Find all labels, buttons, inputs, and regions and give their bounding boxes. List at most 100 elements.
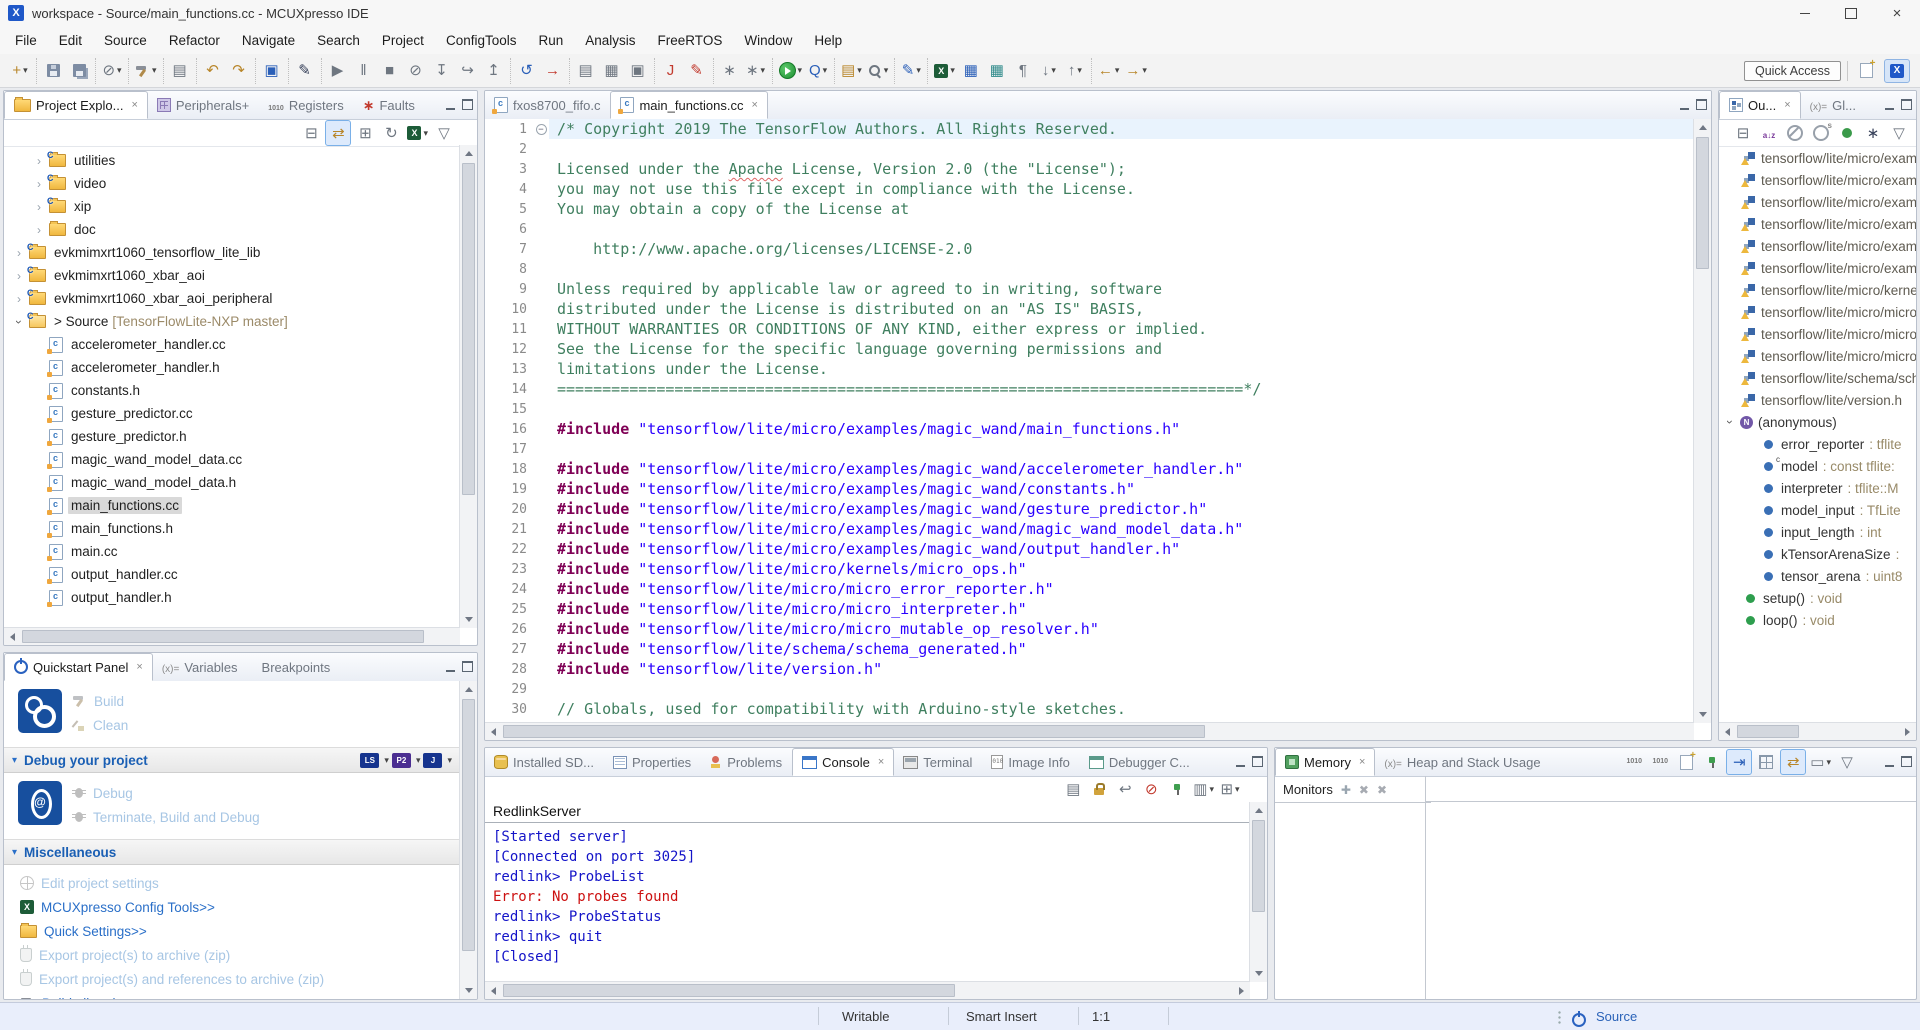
layout-button[interactable]: ▭▾: [1808, 750, 1833, 774]
outline-method-loop[interactable]: loop() : void: [1719, 609, 1916, 631]
tab-problems[interactable]: Problems: [701, 748, 792, 776]
back-dropdown-icon[interactable]: ▾: [1115, 65, 1120, 76]
close-tab-icon[interactable]: ×: [131, 99, 137, 111]
minimize-panel-button[interactable]: [1885, 98, 1894, 113]
tab-breakpoints[interactable]: Breakpoints: [248, 653, 341, 681]
freertos-task-view-button[interactable]: ∗: [718, 59, 742, 83]
maximize-panel-button[interactable]: [1901, 98, 1912, 113]
outline-include[interactable]: tensorflow/lite/micro/micro_error_report…: [1719, 301, 1916, 323]
show-whitespace-button[interactable]: ¶: [1011, 59, 1035, 83]
minimize-panel-button[interactable]: [1236, 755, 1245, 770]
maximize-panel-button[interactable]: [1901, 755, 1912, 770]
collapse-all-button[interactable]: ⊟: [1731, 121, 1755, 145]
new-memory-view-button[interactable]: [1674, 750, 1698, 774]
tab-memory[interactable]: Memory×: [1275, 748, 1375, 776]
tree-item-doc[interactable]: ›doc: [4, 218, 460, 241]
code-line-25[interactable]: 25#include "tensorflow/lite/micro/micro_…: [485, 599, 1694, 619]
code-editor[interactable]: 1−/* Copyright 2019 The TensorFlow Autho…: [485, 119, 1694, 723]
collapse-all-button[interactable]: ⊟: [299, 121, 323, 145]
tree-item-utilities[interactable]: ›utilities: [4, 149, 460, 172]
suspend-button[interactable]: ‖: [352, 59, 376, 83]
outline-include[interactable]: tensorflow/lite/micro/micro_mutable_op_r…: [1719, 345, 1916, 367]
back-button[interactable]: ←▾: [1096, 59, 1122, 83]
close-tab-icon[interactable]: ×: [1784, 99, 1790, 111]
tree-item-evkmimxrt1060-xbar-aoi-peripheral[interactable]: ›evkmimxrt1060_xbar_aoi_peripheral: [4, 287, 460, 310]
tab-faults[interactable]: Faults: [354, 91, 425, 119]
tree-item-main-functions-cc[interactable]: main_functions.cc: [4, 494, 460, 517]
outline-method-setup[interactable]: setup() : void: [1719, 587, 1916, 609]
code-line-18[interactable]: 18#include "tensorflow/lite/micro/exampl…: [485, 459, 1694, 479]
outline-include[interactable]: tensorflow/lite/micro/examples/magic_wan…: [1719, 191, 1916, 213]
menu-refactor[interactable]: Refactor: [158, 29, 231, 52]
next-annotation-dropdown-icon[interactable]: ▾: [1051, 65, 1056, 76]
code-line-19[interactable]: 19#include "tensorflow/lite/micro/exampl…: [485, 479, 1694, 499]
search-dropdown-icon[interactable]: ▾: [884, 65, 889, 76]
tree-item-magic-wand-model-data-cc[interactable]: magic_wand_model_data.cc: [4, 448, 460, 471]
run-dropdown-icon[interactable]: ▾: [798, 65, 803, 76]
qemu-button[interactable]: Q▾: [806, 59, 830, 83]
freertos-menu-dropdown-icon[interactable]: ▾: [761, 65, 766, 76]
tab-installed-sd[interactable]: Installed SD...: [485, 748, 604, 776]
console-vertical-scrollbar[interactable]: [1249, 802, 1267, 982]
probe-ls-dropdown-icon[interactable]: ▾: [384, 755, 389, 766]
quickstart-action-mcuxpresso-config-tools[interactable]: MCUXpresso Config Tools>>: [20, 895, 460, 919]
minimize-panel-button[interactable]: [1885, 755, 1894, 770]
outline-include[interactable]: tensorflow/lite/schema/schema_generated.…: [1719, 367, 1916, 389]
new-wizard-button[interactable]: +▾: [8, 59, 32, 83]
code-line-28[interactable]: 28#include "tensorflow/lite/version.h": [485, 659, 1694, 679]
toggle-split-pane-button[interactable]: [1754, 750, 1778, 774]
sdk-manager-dropdown-icon[interactable]: ▾: [857, 65, 862, 76]
refresh-button[interactable]: ↻: [379, 121, 403, 145]
tab-variables[interactable]: Variables: [153, 653, 248, 681]
code-line-14[interactable]: 14======================================…: [485, 379, 1694, 399]
hide-non-public-button[interactable]: [1835, 121, 1859, 145]
editor-horizontal-scrollbar[interactable]: [485, 722, 1694, 740]
maximize-window-button[interactable]: [1828, 0, 1874, 26]
save-all-button[interactable]: [67, 59, 91, 83]
code-line-11[interactable]: 11WITHOUT WARRANTIES OR CONDITIONS OF AN…: [485, 319, 1694, 339]
menu-search[interactable]: Search: [306, 29, 371, 52]
code-line-23[interactable]: 23#include "tensorflow/lite/micro/kernel…: [485, 559, 1694, 579]
view-menu-button[interactable]: ▽: [432, 121, 456, 145]
resume-button[interactable]: ▶: [326, 59, 350, 83]
pin-console-button[interactable]: [1165, 777, 1189, 801]
twistie-icon[interactable]: ›: [14, 247, 24, 259]
code-line-22[interactable]: 22#include "tensorflow/lite/micro/exampl…: [485, 539, 1694, 559]
outline-include[interactable]: tensorflow/lite/version.h: [1719, 389, 1916, 411]
add-memory-monitor-button[interactable]: ✚: [1341, 784, 1351, 796]
prev-annotation-dropdown-icon[interactable]: ▾: [1077, 65, 1082, 76]
code-line-17[interactable]: 17: [485, 439, 1694, 459]
export-memory-button[interactable]: 1010: [1622, 750, 1646, 774]
menu-project[interactable]: Project: [371, 29, 435, 52]
build-button[interactable]: ▾: [133, 59, 159, 83]
tree-vertical-scrollbar[interactable]: [459, 145, 477, 628]
tab-console[interactable]: Console×: [792, 748, 894, 776]
pin-memory-monitor-button[interactable]: [1700, 750, 1724, 774]
outline-namespace[interactable]: ›(anonymous): [1719, 411, 1916, 433]
close-tab-icon[interactable]: ×: [752, 99, 758, 111]
twistie-icon[interactable]: ›: [34, 224, 44, 236]
probe-p2-button[interactable]: P2: [392, 753, 411, 768]
pins-tool-button[interactable]: ▦: [959, 59, 983, 83]
maximize-panel-button[interactable]: [1252, 755, 1263, 770]
tree-item-main-functions-h[interactable]: main_functions.h: [4, 517, 460, 540]
probe-p2-dropdown-icon[interactable]: ▾: [416, 755, 421, 766]
layout-dropdown-icon[interactable]: ▾: [1826, 757, 1831, 768]
highlighter-dropdown-icon[interactable]: ▾: [916, 65, 921, 76]
tree-item-video[interactable]: ›video: [4, 172, 460, 195]
tree-item-gesture-predictor-h[interactable]: gesture_predictor.h: [4, 425, 460, 448]
fold-collapse-icon[interactable]: −: [536, 124, 547, 135]
code-line-15[interactable]: 15: [485, 399, 1694, 419]
tab-debugger-c[interactable]: Debugger C...: [1080, 748, 1200, 776]
freertos-menu-button[interactable]: ∗▾: [744, 59, 768, 83]
save-button[interactable]: [41, 59, 65, 83]
new-wizard-dropdown-icon[interactable]: ▾: [23, 65, 28, 76]
twistie-icon[interactable]: ›: [34, 178, 44, 190]
outline-include[interactable]: tensorflow/lite/micro/examples/magic_wan…: [1719, 213, 1916, 235]
config-tools-menu-dropdown-icon[interactable]: ▾: [423, 128, 428, 139]
section-header-debug-your-project[interactable]: ▾Debug your projectLS▾P2▾J▾: [4, 747, 460, 773]
code-line-2[interactable]: 2: [485, 139, 1694, 159]
import-memory-button[interactable]: 1010: [1648, 750, 1672, 774]
outline-include[interactable]: tensorflow/lite/micro/examples/magic_wan…: [1719, 235, 1916, 257]
outline-include[interactable]: tensorflow/lite/micro/kernels/micro_ops.…: [1719, 279, 1916, 301]
